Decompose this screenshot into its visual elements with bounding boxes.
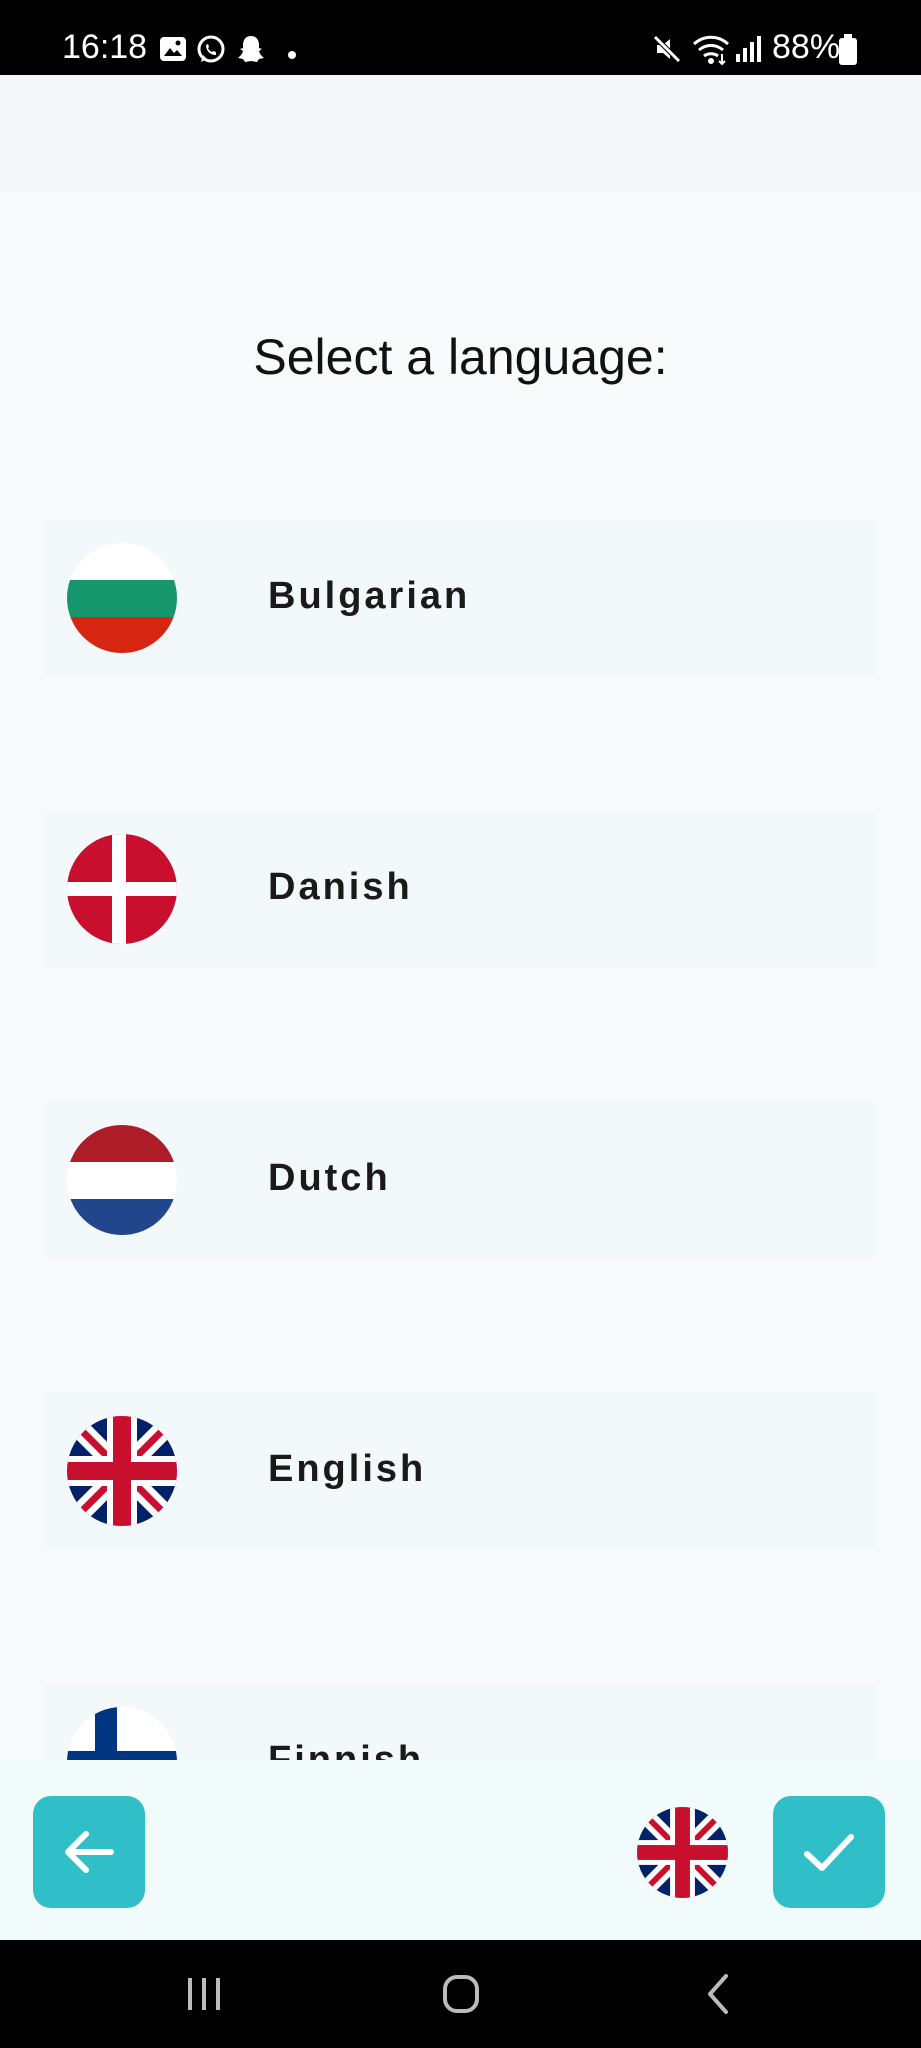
back-nav-button[interactable] — [678, 1962, 758, 2026]
gallery-icon — [158, 34, 188, 69]
back-button[interactable] — [33, 1796, 145, 1908]
language-label: Finnish — [268, 1739, 425, 1760]
mute-icon — [652, 34, 682, 69]
battery-percent: 88% — [772, 28, 841, 66]
current-language-flag — [637, 1807, 728, 1898]
signal-icon — [734, 34, 762, 69]
language-label: Bulgarian — [268, 575, 471, 617]
confirm-button[interactable] — [773, 1796, 885, 1908]
dot-icon — [287, 47, 297, 65]
back-icon — [708, 1974, 728, 2014]
language-item-dutch[interactable]: Dutch — [42, 1101, 877, 1259]
denmark-flag-icon — [67, 834, 177, 944]
snapchat-icon — [236, 34, 266, 69]
whatsapp-icon — [195, 34, 227, 71]
language-label: Danish — [268, 866, 413, 908]
status-bar: 16:18 88% — [0, 0, 921, 75]
checkmark-icon — [804, 1834, 854, 1871]
header-band — [0, 75, 921, 193]
uk-flag-icon — [67, 1416, 177, 1526]
home-button[interactable] — [421, 1962, 501, 2026]
recents-button[interactable] — [164, 1962, 244, 2026]
nav-bar — [0, 1940, 921, 2048]
recents-icon — [188, 1978, 220, 2010]
language-item-bulgarian[interactable]: Bulgarian — [42, 519, 877, 677]
page-title: Select a language: — [253, 329, 668, 385]
language-label: Dutch — [268, 1157, 391, 1199]
netherlands-flag-icon — [67, 1125, 177, 1235]
language-item-finnish[interactable]: Finnish — [42, 1683, 877, 1760]
language-label: English — [268, 1448, 427, 1490]
language-list: Bulgarian Danish Dutch English Finnish — [0, 500, 921, 1760]
wifi-icon — [692, 34, 730, 71]
status-time: 16:18 — [62, 28, 148, 66]
language-item-english[interactable]: English — [42, 1392, 877, 1550]
battery-icon — [838, 34, 858, 71]
uk-flag-icon — [637, 1807, 728, 1898]
language-item-danish[interactable]: Danish — [42, 810, 877, 968]
bottom-bar — [0, 1760, 921, 1940]
home-icon — [443, 1975, 479, 2013]
screen: 16:18 88% Select a language: Bulgarian D… — [0, 0, 921, 2048]
bulgaria-flag-icon — [67, 543, 177, 653]
finland-flag-icon — [67, 1707, 177, 1760]
arrow-left-icon — [65, 1831, 114, 1873]
